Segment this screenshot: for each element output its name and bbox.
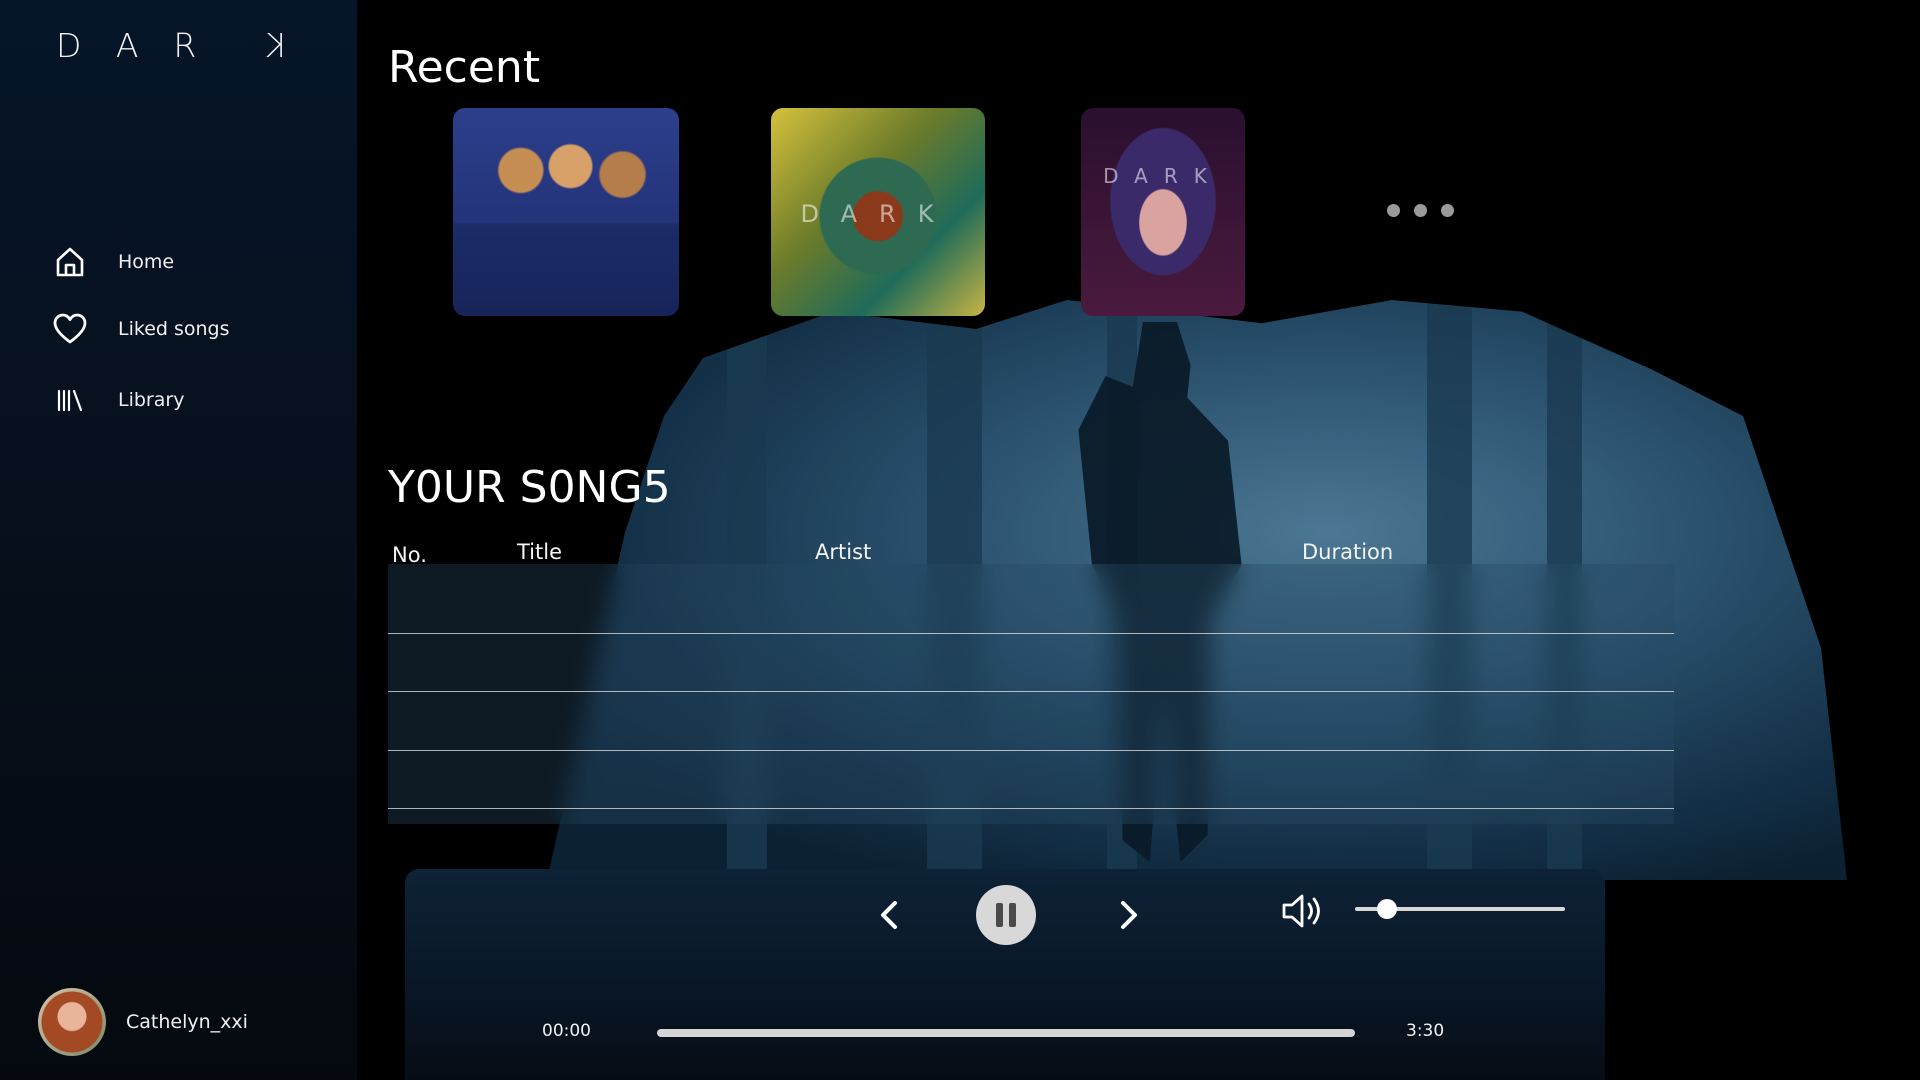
album-cover-text: DARK (800, 200, 956, 228)
user-profile[interactable]: Cathelyn_xxi (38, 988, 248, 1056)
library-icon (52, 382, 88, 418)
songs-table (388, 564, 1674, 824)
volume-button[interactable] (1281, 889, 1327, 933)
album-card[interactable]: DARK (771, 108, 985, 316)
logo-letter: K (231, 26, 288, 65)
total-time: 3:30 (1406, 1021, 1445, 1041)
chevron-right-icon (1121, 901, 1137, 929)
column-header-title[interactable]: Title (517, 540, 562, 564)
main-content: Recent DARK DARK Y0UR S0NG5 No. Title Ar… (357, 0, 1920, 1080)
table-row-divider (388, 750, 1674, 751)
sidebar-item-label: Library (118, 389, 185, 411)
album-card[interactable] (453, 108, 679, 316)
username: Cathelyn_xxi (126, 1011, 248, 1033)
sidebar-item-label: Liked songs (118, 318, 230, 340)
playback-progress-bar[interactable] (657, 1029, 1355, 1037)
album-cover-text: DARK (1103, 164, 1223, 188)
chevron-left-icon (881, 901, 897, 929)
more-dots-icon[interactable] (1387, 204, 1454, 217)
sidebar-item-liked-songs[interactable]: Liked songs (52, 309, 230, 349)
sidebar-item-library[interactable]: Library (52, 380, 184, 420)
previous-button[interactable] (869, 895, 909, 935)
sidebar-item-home[interactable]: Home (52, 242, 174, 282)
logo-letter: R (173, 26, 232, 65)
sidebar-item-label: Home (118, 251, 175, 273)
recent-title: Recent (388, 42, 541, 93)
heart-icon (52, 311, 88, 347)
table-row-divider (388, 808, 1674, 809)
column-header-duration[interactable]: Duration (1302, 540, 1393, 564)
pause-button[interactable] (976, 885, 1036, 945)
column-header-artist[interactable]: Artist (815, 540, 871, 564)
current-time: 00:00 (542, 1021, 591, 1041)
pause-icon (993, 903, 1019, 927)
logo-letter: D (56, 26, 116, 65)
table-row-divider (388, 691, 1674, 692)
avatar[interactable] (38, 988, 106, 1056)
home-icon (52, 244, 88, 280)
volume-icon (1282, 894, 1320, 928)
app-logo[interactable]: DARK (56, 26, 288, 65)
next-button[interactable] (1109, 895, 1149, 935)
album-card[interactable]: DARK (1081, 108, 1245, 316)
player-bar: 00:00 3:30 (405, 869, 1605, 1080)
table-row-divider (388, 633, 1674, 634)
your-songs-title: Y0UR S0NG5 (388, 462, 671, 513)
volume-slider[interactable] (1355, 899, 1565, 919)
sidebar: DARK Home Liked songs Library Cathelyn_x… (0, 0, 357, 1080)
logo-letter: A (115, 26, 174, 65)
volume-slider-knob[interactable] (1376, 899, 1397, 919)
